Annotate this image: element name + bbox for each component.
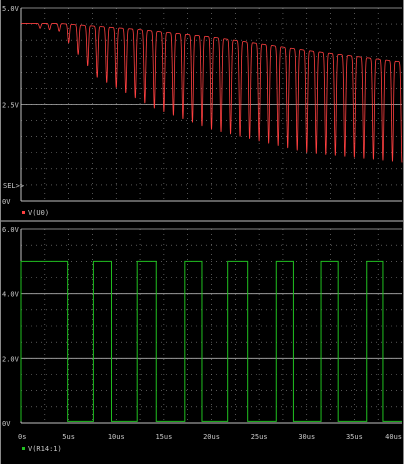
x-tick-label: 40us <box>385 433 402 441</box>
legend-marker-v-r14 <box>22 447 25 450</box>
probe-window: 5.0V 2.5V 0V SEL>> V(U0) 6.0V 4.0V 2.0V 0V 0s… <box>0 0 404 464</box>
bottom-y-tick-label: 4.0V <box>2 291 20 299</box>
legend-label-v-r14: V(R14:1) <box>28 445 62 453</box>
top-legend[interactable]: V(U0) <box>22 209 49 217</box>
top-y-tick-label: 0V <box>2 198 11 206</box>
x-tick-label: 20us <box>203 433 220 441</box>
top-y-tick-label: 2.5V <box>2 102 20 110</box>
x-tick-label: 0s <box>18 433 26 441</box>
x-tick-label: 15us <box>155 433 172 441</box>
x-tick-label: 10us <box>108 433 125 441</box>
bottom-panel[interactable]: 6.0V 4.0V 2.0V 0V 0s 5us 10us 15us 20us 25us 30us… <box>2 226 402 441</box>
bottom-y-tick-labels: 6.0V 4.0V 2.0V 0V <box>2 226 20 428</box>
bottom-grid <box>21 228 402 423</box>
top-y-tick-label: 5.0V <box>2 5 20 13</box>
x-tick-label: 30us <box>298 433 315 441</box>
trace-v-r14[interactable] <box>20 260 402 422</box>
sel-marker[interactable]: SEL>> <box>3 182 24 190</box>
x-tick-label: 5us <box>62 433 75 441</box>
bottom-y-tick-label: 2.0V <box>2 355 20 363</box>
top-panel[interactable]: 5.0V 2.5V 0V SEL>> <box>0 0 404 206</box>
x-tick-labels: 0s 5us 10us 15us 20us 25us 30us 35us 40us <box>18 433 402 441</box>
bottom-y-tick-label: 0V <box>2 420 11 428</box>
waveform-plot: 5.0V 2.5V 0V SEL>> V(U0) 6.0V 4.0V 2.0V 0V 0s… <box>0 0 404 464</box>
bottom-legend[interactable]: V(R14:1) <box>22 445 62 453</box>
legend-label-v-u0: V(U0) <box>28 209 49 217</box>
legend-marker-v-u0 <box>22 211 25 214</box>
bottom-y-tick-label: 6.0V <box>2 226 20 234</box>
x-tick-label: 25us <box>251 433 268 441</box>
x-tick-label: 35us <box>346 433 363 441</box>
